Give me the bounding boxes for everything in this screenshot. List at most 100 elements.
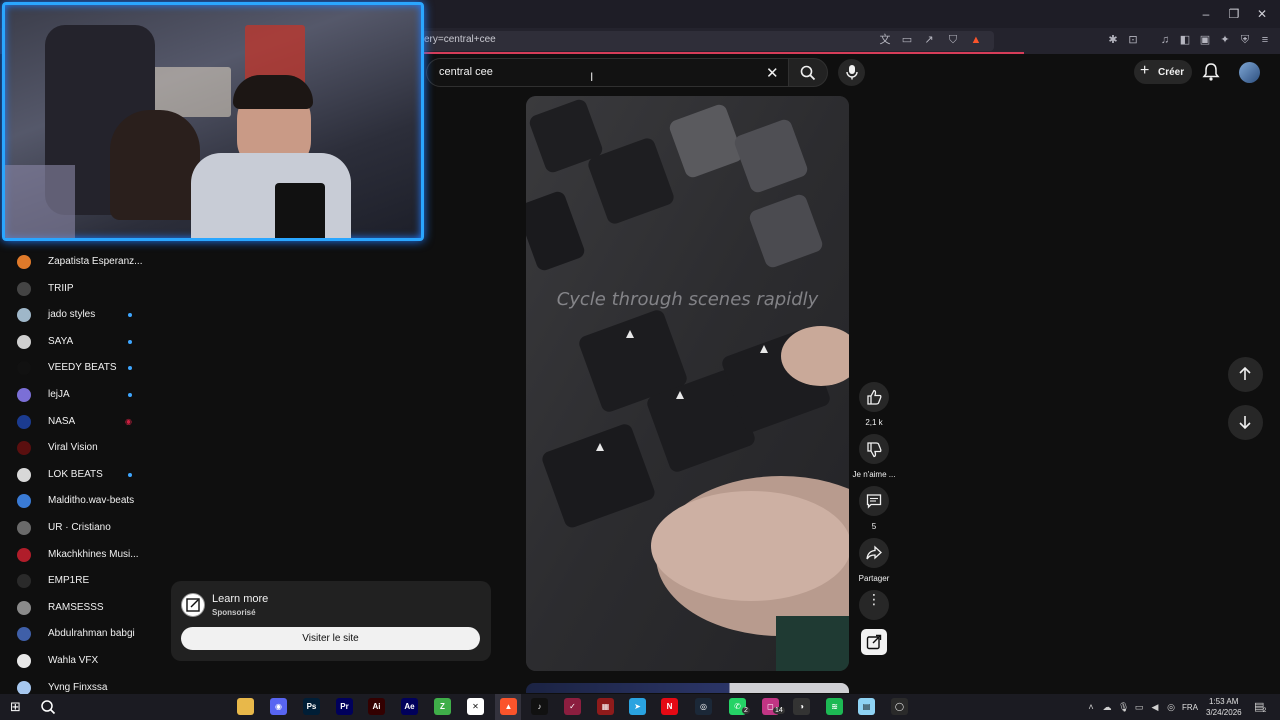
telegram-icon[interactable]: ➤: [629, 698, 646, 715]
netflix-icon[interactable]: N: [661, 698, 678, 715]
tiktok-icon[interactable]: ♪: [531, 698, 548, 715]
vpn-icon[interactable]: ⛨: [1238, 33, 1252, 47]
tray-mic-icon[interactable]: 🎙: [1118, 702, 1129, 712]
tray-volume-icon[interactable]: ◀: [1150, 702, 1160, 712]
thumbs-down-icon: [867, 442, 882, 458]
file-explorer-icon[interactable]: [237, 698, 254, 715]
steam-icon[interactable]: ◎: [695, 698, 712, 715]
new-content-dot: [128, 366, 132, 370]
tray-overflow-icon[interactable]: ˄: [1086, 702, 1096, 712]
tray-display-icon[interactable]: ▭: [1134, 702, 1144, 712]
windows-start-icon[interactable]: ⊞: [10, 699, 21, 715]
notepad-icon[interactable]: ▤: [858, 698, 875, 715]
sidebar-subscription-item[interactable]: Malditho.wav-beats: [0, 488, 160, 514]
chrome-app-icon[interactable]: ◑: [793, 698, 810, 715]
channel-avatar: [17, 468, 31, 482]
wallet-icon[interactable]: ▣: [1198, 33, 1212, 47]
leo-ai-icon[interactable]: ✦: [1218, 33, 1232, 47]
extensions-icon[interactable]: ✱: [1106, 33, 1120, 47]
spotify-icon[interactable]: ≋: [826, 698, 843, 715]
search-input-value[interactable]: central cee: [439, 66, 493, 78]
screenshot-icon[interactable]: ⊡: [1126, 33, 1140, 47]
short-video-player[interactable]: Cycle through scenes rapidly: [526, 96, 849, 671]
notifications-bell-icon[interactable]: [1201, 62, 1221, 82]
premiere-icon[interactable]: Pr: [336, 698, 353, 715]
sidebar-subscription-item[interactable]: UR · Cristiano: [0, 515, 160, 541]
fl-studio-icon[interactable]: ✓: [564, 698, 581, 715]
like-button[interactable]: [859, 382, 889, 412]
tray-app-icon[interactable]: ☁: [1102, 702, 1112, 712]
brave-shield-icon[interactable]: ⛉: [946, 33, 960, 47]
voice-search-button[interactable]: [838, 59, 865, 86]
search-button[interactable]: [788, 58, 828, 87]
sidebar-subscription-item[interactable]: lejJA: [0, 382, 160, 408]
comments-button[interactable]: [859, 486, 889, 516]
sidebar-subscription-item[interactable]: SAYA: [0, 329, 160, 355]
text-cursor-icon: I: [590, 70, 594, 84]
share-icon: [866, 545, 882, 560]
thumbs-up-icon: [867, 389, 882, 405]
clock-time[interactable]: 1:53 AM: [1209, 697, 1238, 706]
comment-icon: [866, 494, 882, 509]
channel-avatar: [17, 388, 31, 402]
share-page-icon[interactable]: ↗: [922, 33, 936, 47]
channel-avatar: [17, 282, 31, 296]
photoshop-icon[interactable]: Ps: [303, 698, 320, 715]
red-app-icon[interactable]: ▦: [597, 698, 614, 715]
after-effects-icon[interactable]: Ae: [401, 698, 418, 715]
close-icon[interactable]: ✕: [1252, 6, 1272, 22]
share-button[interactable]: [859, 538, 889, 568]
channel-avatar: [17, 255, 31, 269]
dislike-button[interactable]: [859, 434, 889, 464]
green-app-icon[interactable]: Z: [434, 698, 451, 715]
open-external-button[interactable]: [861, 629, 887, 655]
channel-avatar: [17, 521, 31, 535]
illustrator-icon[interactable]: Ai: [368, 698, 385, 715]
sidebar-subscription-item[interactable]: VEEDY BEATS: [0, 355, 160, 381]
sidebar-subscription-item[interactable]: Zapatista Esperanz...: [0, 249, 160, 275]
tray-network-icon[interactable]: ◎: [1166, 702, 1176, 712]
next-short-preview[interactable]: [526, 683, 849, 693]
sidebar-subscription-item[interactable]: Abdulrahman babgi: [0, 621, 160, 647]
sidebar-subscription-item[interactable]: Mkachkhines Musi...: [0, 542, 160, 568]
sidebar-subscription-item[interactable]: Viral Vision: [0, 435, 160, 461]
brave-icon[interactable]: ▲: [500, 698, 517, 715]
sidebar-subscription-item[interactable]: TRIIP: [0, 276, 160, 302]
clear-search-icon[interactable]: ✕: [766, 64, 779, 82]
sidebar-subscription-item[interactable]: EMP1RE: [0, 568, 160, 594]
account-avatar[interactable]: [1239, 62, 1260, 83]
channel-name: Wahla VFX: [48, 655, 99, 666]
sidebar-subscription-item[interactable]: RAMSESSS: [0, 595, 160, 621]
channel-name: lejJA: [48, 389, 70, 400]
create-button-label[interactable]: Créer: [1158, 67, 1184, 78]
channel-name: LOK BEATS: [48, 469, 103, 480]
comment-count: 5: [871, 522, 877, 531]
sidebar-subscription-item[interactable]: jado styles: [0, 302, 160, 328]
next-short-button[interactable]: [1228, 405, 1263, 440]
cast-icon[interactable]: ▭: [900, 33, 914, 47]
sidebar-subscription-item[interactable]: LOK BEATS: [0, 462, 160, 488]
more-options-button[interactable]: ⋮: [859, 590, 889, 620]
keyboard-language[interactable]: FRA: [1182, 703, 1198, 712]
restore-icon[interactable]: ❐: [1224, 6, 1244, 22]
visit-site-button-label[interactable]: Visiter le site: [181, 633, 480, 644]
sidebar-subscription-item[interactable]: NASA ◉: [0, 409, 160, 435]
sidebar-toggle-icon[interactable]: ◧: [1178, 33, 1192, 47]
clock-date[interactable]: 3/24/2026: [1206, 708, 1242, 717]
menu-icon[interactable]: ≡: [1258, 33, 1272, 47]
previous-short-button[interactable]: [1228, 357, 1263, 392]
obs-icon[interactable]: ◯: [891, 698, 908, 715]
ad-sponsored-label: Sponsorisé: [212, 608, 256, 617]
minimize-icon[interactable]: –: [1196, 6, 1216, 22]
translate-icon[interactable]: 文: [878, 33, 892, 47]
sidebar-subscription-item[interactable]: Wahla VFX: [0, 648, 160, 674]
taskbar-search-icon[interactable]: [40, 699, 56, 715]
arrow-up-icon: [1239, 366, 1251, 380]
address-url[interactable]: ery=central+cee: [424, 34, 496, 45]
discord-icon[interactable]: ◉: [270, 698, 287, 715]
capcut-icon[interactable]: ✕: [467, 698, 484, 715]
channel-name: Yvng Finxssa: [48, 682, 108, 693]
more-vert-icon: ⋮: [867, 591, 881, 607]
media-icon[interactable]: ♫: [1158, 33, 1172, 47]
brave-rewards-icon[interactable]: ▲: [969, 33, 983, 47]
